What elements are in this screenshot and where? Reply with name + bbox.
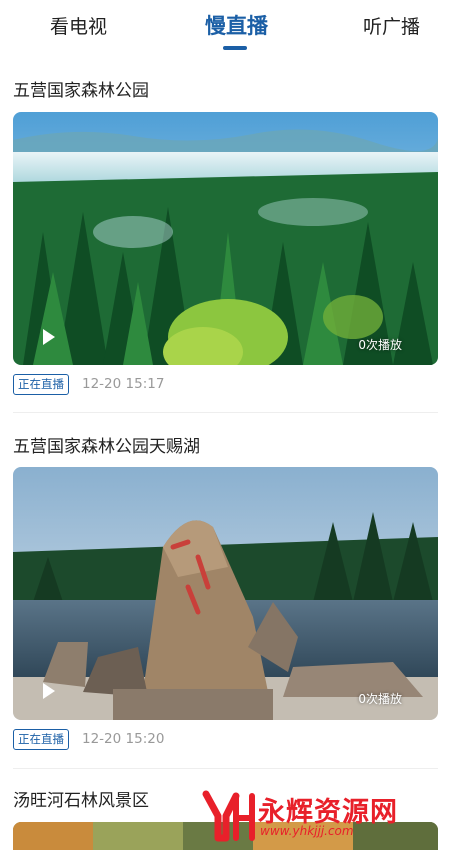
play-icon[interactable] (37, 326, 59, 348)
start-time: 12-20 15:17 (82, 376, 165, 392)
video-thumbnail-forest[interactable]: 0次播放 (13, 112, 438, 365)
card-title: 五营国家森林公园天赐湖 (13, 437, 200, 457)
card-title: 汤旺河石林风景区 (13, 791, 149, 811)
card-divider (13, 768, 438, 769)
play-count: 0次播放 (358, 692, 402, 706)
video-thumbnail-lake[interactable]: 0次播放 (13, 467, 438, 720)
yh-logo-icon (202, 790, 255, 842)
watermark-url: www.yhkjjj.com (260, 824, 354, 838)
live-status-badge: 正在直播 (13, 728, 69, 750)
live-status-badge: 正在直播 (13, 373, 69, 395)
card-title: 五营国家森林公园 (13, 81, 149, 101)
play-count: 0次播放 (358, 338, 402, 352)
tab-slow-live[interactable]: 慢直播 (205, 10, 268, 40)
active-tab-indicator (223, 46, 247, 50)
play-icon[interactable] (37, 680, 59, 702)
card-meta: 正在直播 12-20 15:17 (13, 373, 164, 395)
start-time: 12-20 15:20 (82, 731, 165, 747)
forest-image (13, 112, 438, 365)
tab-radio[interactable]: 听广播 (363, 12, 420, 39)
lake-rock-image (13, 467, 438, 720)
top-tab-bar: 看电视 慢直播 听广播 (0, 0, 450, 64)
watermark-logo: 永辉资源网 www.yhkjjj.com (200, 786, 430, 846)
tab-watch-tv[interactable]: 看电视 (50, 12, 107, 39)
card-divider (13, 412, 438, 413)
card-meta: 正在直播 12-20 15:20 (13, 728, 164, 750)
